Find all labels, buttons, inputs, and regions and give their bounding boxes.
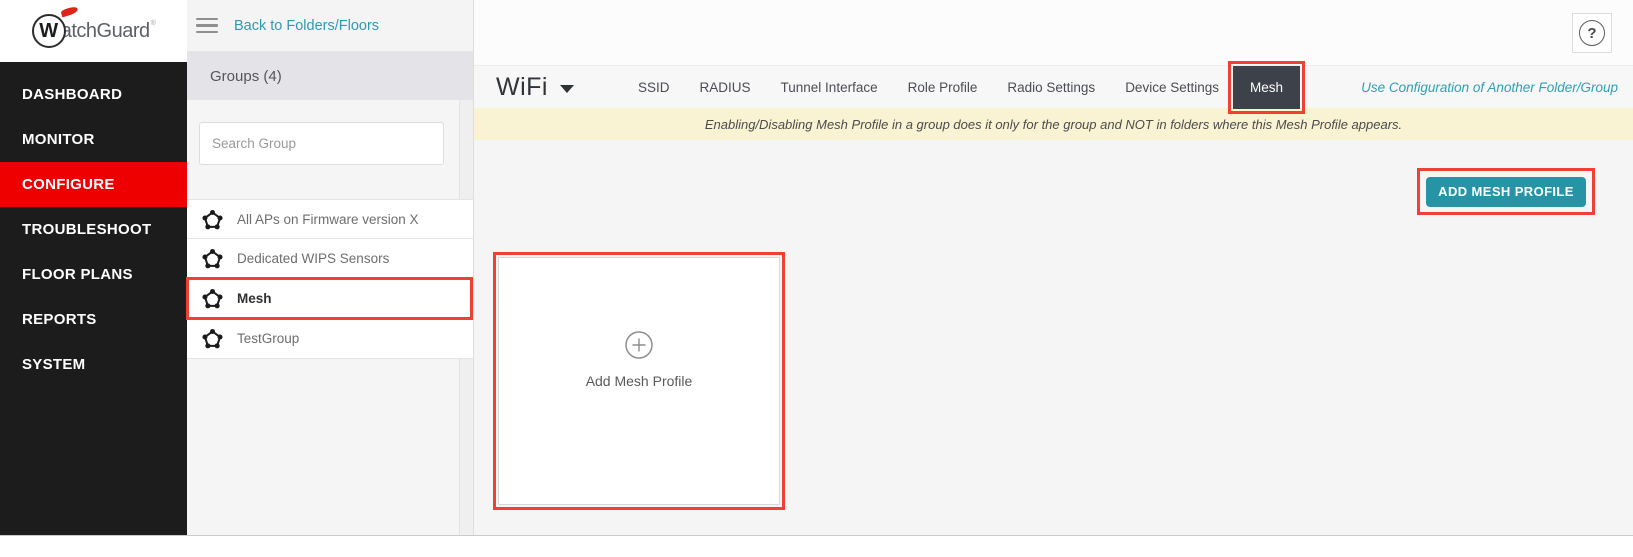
app-window: W atchGuard® DASHBOARD MONITOR CONFIGURE…: [0, 0, 1633, 557]
sidebar-item-monitor[interactable]: MONITOR: [0, 117, 187, 162]
group-pentagon-icon: [202, 288, 223, 309]
mesh-banner-text: Enabling/Disabling Mesh Profile in a gro…: [704, 116, 1403, 132]
back-to-folders-link[interactable]: Back to Folders/Floors: [234, 18, 379, 34]
main-top-bar: ?: [474, 0, 1633, 65]
tab-role-profile[interactable]: Role Profile: [908, 80, 978, 95]
menu-icon[interactable]: [196, 14, 218, 38]
sidebar-item-configure[interactable]: CONFIGURE: [0, 162, 187, 207]
bottom-strip: [0, 535, 1633, 557]
sidebar-item-dashboard[interactable]: DASHBOARD: [0, 72, 187, 117]
group-search-input[interactable]: [199, 122, 444, 165]
logo-text-rest: atchGuard: [60, 19, 150, 42]
sidebar-item-system[interactable]: SYSTEM: [0, 342, 187, 387]
sidebar-nav: DASHBOARD MONITOR CONFIGURE TROUBLESHOOT…: [0, 62, 187, 387]
help-button[interactable]: ?: [1572, 13, 1612, 53]
logo-swoosh-icon: [60, 5, 79, 18]
group-row-wips-sensors[interactable]: Dedicated WIPS Sensors: [187, 239, 473, 279]
wifi-tab-bar: WiFi SSID RADIUS Tunnel Interface Role P…: [474, 61, 1633, 114]
sidebar-item-troubleshoot[interactable]: TROUBLESHOOT: [0, 207, 187, 252]
group-label: Mesh: [237, 291, 272, 306]
group-label: Dedicated WIPS Sensors: [237, 251, 390, 266]
tab-radio-settings[interactable]: Radio Settings: [1007, 80, 1095, 95]
help-icon: ?: [1579, 20, 1605, 46]
tab-mesh[interactable]: Mesh: [1232, 66, 1300, 109]
wifi-scope-label: WiFi: [496, 73, 548, 101]
group-pentagon-icon: [202, 328, 223, 349]
group-label: All APs on Firmware version X: [237, 211, 419, 227]
groups-count-header: Groups (4): [187, 52, 473, 100]
wifi-scope-dropdown[interactable]: WiFi: [496, 66, 574, 109]
group-label: TestGroup: [237, 331, 300, 346]
tab-device-settings[interactable]: Device Settings: [1125, 80, 1219, 95]
main-content: ? WiFi SSID RADIUS Tunnel Interface Role…: [474, 0, 1633, 535]
group-row-mesh[interactable]: Mesh: [186, 277, 473, 320]
mesh-info-banner: Enabling/Disabling Mesh Profile in a gro…: [474, 108, 1633, 140]
add-mesh-button-highlight-annotation: ADD MESH PROFILE: [1417, 168, 1595, 215]
group-pentagon-icon: [202, 248, 223, 269]
sidebar: W atchGuard® DASHBOARD MONITOR CONFIGURE…: [0, 0, 187, 535]
tab-ssid[interactable]: SSID: [638, 80, 670, 95]
mesh-profile-body: ADD MESH PROFILE Add Mesh Profile: [474, 140, 1633, 535]
sidebar-item-floor-plans[interactable]: FLOOR PLANS: [0, 252, 187, 297]
registered-mark: ®: [150, 19, 156, 27]
chevron-down-icon: [559, 85, 574, 93]
tab-radius[interactable]: RADIUS: [700, 80, 751, 95]
group-search: [199, 122, 444, 165]
mesh-row-highlight-annotation: [186, 277, 473, 320]
tab-tunnel-interface[interactable]: Tunnel Interface: [781, 80, 878, 95]
use-configuration-link[interactable]: Use Configuration of Another Folder/Grou…: [1361, 66, 1618, 109]
tab-mesh-wrap: Mesh: [1227, 61, 1305, 114]
add-mesh-card-highlight-annotation: Add Mesh Profile: [493, 252, 785, 510]
group-list: All APs on Firmware version X Dedicated …: [186, 199, 473, 359]
add-mesh-card-content: Add Mesh Profile: [499, 330, 779, 389]
logo-text: atchGuard®: [61, 20, 156, 43]
group-panel-header: Back to Folders/Floors: [187, 0, 473, 52]
group-panel: Back to Folders/Floors Groups (4) All AP…: [186, 0, 474, 535]
watchguard-logo-inner: W atchGuard®: [31, 5, 156, 48]
add-mesh-profile-card[interactable]: Add Mesh Profile: [498, 257, 780, 505]
group-row-all-aps[interactable]: All APs on Firmware version X: [187, 199, 473, 239]
add-mesh-profile-button[interactable]: ADD MESH PROFILE: [1426, 176, 1586, 207]
logo-w-mark: W: [31, 14, 66, 48]
group-pentagon-icon: [202, 209, 223, 229]
add-mesh-card-label: Add Mesh Profile: [585, 373, 693, 389]
watchguard-logo: W atchGuard®: [0, 0, 187, 62]
plus-circle-icon: [625, 331, 653, 359]
tab-list: SSID RADIUS Tunnel Interface Role Profil…: [638, 61, 1305, 114]
sidebar-item-reports[interactable]: REPORTS: [0, 297, 187, 342]
group-row-testgroup[interactable]: TestGroup: [187, 319, 473, 359]
